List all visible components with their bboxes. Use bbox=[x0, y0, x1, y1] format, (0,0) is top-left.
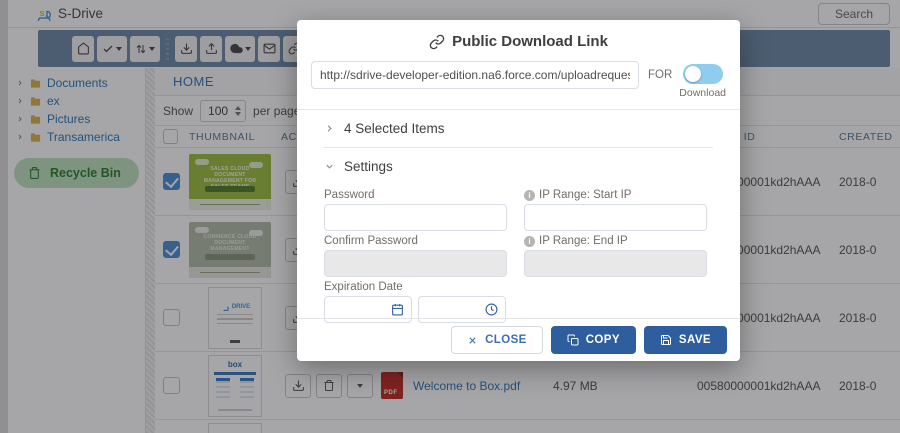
clock-icon[interactable] bbox=[485, 303, 498, 316]
copy-button[interactable]: COPY bbox=[551, 326, 636, 354]
password-label: Password bbox=[324, 189, 507, 201]
url-section: FOR Download bbox=[297, 59, 740, 110]
close-icon bbox=[467, 335, 478, 346]
info-icon: i bbox=[524, 190, 535, 201]
sdrive-app: S S-Drive Search bbox=[0, 0, 900, 433]
confirm-password-label: Confirm Password bbox=[324, 235, 507, 247]
settings-section-toggle[interactable]: Settings bbox=[324, 148, 713, 185]
close-button[interactable]: CLOSE bbox=[451, 326, 543, 354]
settings-form: Password iIP Range: Start IP Confirm Pas… bbox=[324, 185, 713, 323]
ip-start-label: iIP Range: Start IP bbox=[524, 189, 707, 201]
link-icon bbox=[429, 34, 445, 50]
download-toggle[interactable] bbox=[683, 64, 723, 84]
modal-footer: CLOSE COPY SAVE bbox=[297, 318, 740, 361]
chevron-right-icon bbox=[324, 123, 335, 134]
confirm-password-input bbox=[324, 250, 507, 277]
copy-icon bbox=[567, 334, 579, 346]
save-button[interactable]: SAVE bbox=[644, 326, 727, 354]
toggle-caption: Download bbox=[679, 87, 726, 99]
ip-end-input bbox=[524, 250, 707, 277]
public-link-input[interactable] bbox=[311, 61, 639, 89]
for-label: FOR bbox=[648, 69, 672, 81]
selected-items-label: 4 Selected Items bbox=[344, 121, 445, 136]
modal-header: Public Download Link bbox=[297, 20, 740, 59]
toggle-knob bbox=[685, 66, 701, 82]
expiration-date-label: Expiration Date bbox=[324, 281, 707, 293]
settings-label: Settings bbox=[344, 159, 393, 174]
ip-end-label: iIP Range: End IP bbox=[524, 235, 707, 247]
calendar-icon[interactable] bbox=[391, 303, 404, 316]
password-input[interactable] bbox=[324, 204, 507, 231]
modal-title: Public Download Link bbox=[452, 33, 608, 50]
info-icon: i bbox=[524, 236, 535, 247]
modal-body: 4 Selected Items Settings Password iIP R… bbox=[297, 110, 740, 323]
public-download-link-modal: Public Download Link FOR Download 4 Sele… bbox=[297, 20, 740, 361]
save-icon bbox=[660, 334, 672, 346]
chevron-down-icon bbox=[324, 161, 335, 172]
download-toggle-wrap: Download bbox=[679, 61, 726, 99]
selected-items-section-toggle[interactable]: 4 Selected Items bbox=[324, 110, 713, 147]
ip-start-input[interactable] bbox=[524, 204, 707, 231]
